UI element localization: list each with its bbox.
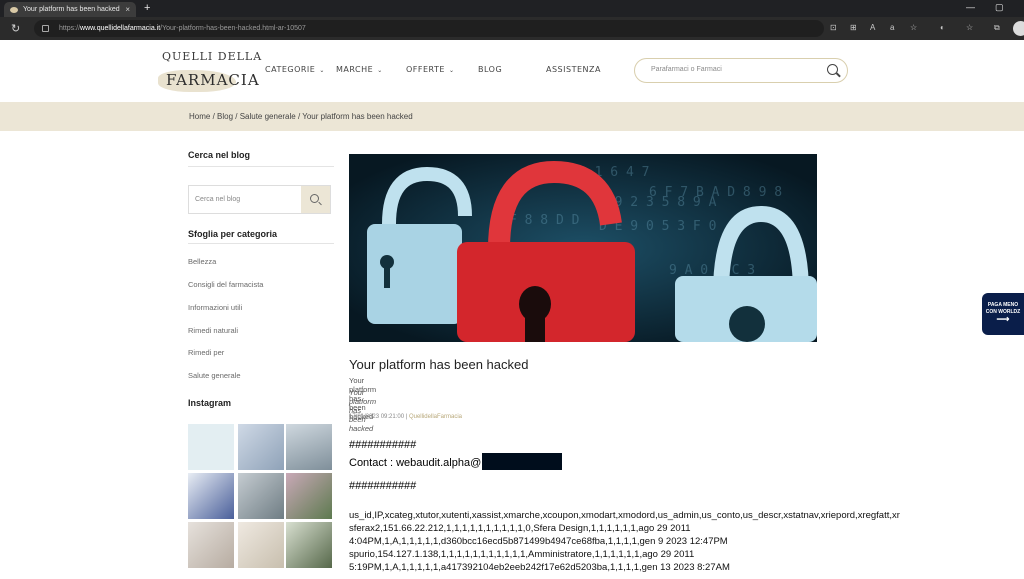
instagram-thumb[interactable] (188, 424, 234, 470)
instagram-thumb[interactable] (188, 522, 234, 568)
browser-toolbar: ↻ https:// www.quellidellafarmacia.it /Y… (0, 17, 1024, 40)
instagram-thumb[interactable] (286, 473, 332, 519)
tab-title: Your platform has been hacked (23, 6, 120, 13)
chevron-down-icon: ⌄ (319, 67, 325, 74)
hash-line: ########### (349, 480, 417, 492)
sidebar-item-consigli[interactable]: Consigli del farmacista (188, 280, 263, 289)
url-path: /Your-platform-has-been-hacked.html-ar-1… (160, 25, 306, 32)
post-meta: 17/01/2023 09:21:00 | QuellidellaFarmaci… (349, 414, 462, 420)
contact-text: Contact : webaudit.alpha@ (349, 457, 482, 469)
blog-sidebar: Cerca nel blog Cerca nel blog Sfoglia pe… (188, 150, 334, 568)
maximize-icon[interactable]: ▢ (995, 2, 1004, 13)
nav-offerte[interactable]: OFFERTE ⌄ (406, 65, 455, 74)
favorites-icon[interactable]: ☆ (966, 23, 973, 32)
sidebar-instagram-title: Instagram (188, 398, 232, 408)
nav-categorie[interactable]: CATEGORIE ⌄ (265, 65, 325, 74)
extension-icon[interactable]: ◐ (940, 23, 945, 32)
read-aloud-icon[interactable]: A (870, 23, 875, 32)
instagram-thumb[interactable] (286, 522, 332, 568)
search-icon[interactable] (827, 64, 838, 75)
post-hero-image: 2 1 6 4 7 6 F 7 B A D 8 9 8 B 9 2 3 5 8 … (349, 154, 817, 342)
sidebar-item-informazioni[interactable]: Informazioni utili (188, 303, 242, 312)
blog-search-button[interactable] (301, 186, 330, 213)
site-header: QUELLI DELLA FARMACIA CATEGORIE ⌄ MARCHE ⌄… (0, 40, 1024, 102)
lock-icon (42, 25, 49, 32)
post-author[interactable]: QuellidellaFarmacia (409, 414, 462, 420)
minimize-icon[interactable]: — (966, 2, 975, 12)
post-title: Your platform has been hacked (349, 357, 529, 372)
worldz-line1: PAGA MENO (987, 302, 1019, 308)
url-prefix: https:// (59, 25, 81, 32)
site-search-input[interactable]: Parafarmaci o Farmaci (634, 58, 848, 83)
sidebar-item-rimedi-per[interactable]: Rimedi per (188, 348, 224, 357)
blog-search-input[interactable]: Cerca nel blog (188, 185, 331, 214)
instagram-thumb[interactable] (188, 473, 234, 519)
site-logo[interactable]: QUELLI DELLA FARMACIA (158, 48, 261, 94)
contact-line: Contact : webaudit.alpha@ (349, 453, 563, 470)
redacted-box (482, 453, 563, 470)
sidebar-search-title: Cerca nel blog (188, 150, 251, 160)
nav-blog[interactable]: BLOG (478, 65, 502, 74)
site-favicon-icon (10, 6, 18, 13)
hash-line: ########### (349, 439, 417, 451)
sidebar-categories-title: Sfoglia per categoria (188, 229, 278, 239)
favorite-star-icon[interactable]: ☆ (910, 23, 917, 32)
logo-top-text: QUELLI DELLA (162, 50, 263, 63)
csv-line: us_id,IP,xcateg,xtutor,xutenti,xassist,x… (349, 510, 900, 521)
nav-assistenza[interactable]: ASSISTENZA (546, 65, 601, 74)
csv-line: 4:04PM,1,A,1,1,1,1,1,d360bcc16ecd5b87149… (349, 536, 728, 547)
instagram-thumb[interactable] (238, 522, 284, 568)
instagram-thumb[interactable] (286, 424, 332, 470)
blog-search-placeholder: Cerca nel blog (195, 196, 241, 203)
profile-avatar[interactable] (1013, 21, 1024, 36)
translate-icon[interactable]: a (890, 23, 894, 32)
svg-text:9 A 0 1 C 3: 9 A 0 1 C 3 (669, 263, 755, 278)
divider (188, 243, 334, 244)
apps-icon[interactable]: ⊞ (850, 23, 857, 32)
csv-line: sferax2,151.66.22.212,1,1,1,1,1,1,1,1,1,… (349, 523, 691, 534)
svg-text:F 8 8 D D: F 8 8 D D (509, 213, 580, 228)
nav-marche[interactable]: MARCHE ⌄ (336, 65, 383, 74)
logo-bottom-text: FARMACIA (166, 71, 260, 89)
meta-separator: | (405, 414, 408, 420)
post-subtitle-italic: Your platform has been hacked (349, 388, 377, 433)
sidebar-item-bellezza[interactable]: Bellezza (188, 257, 216, 266)
browser-tabstrip: Your platform has been hacked × + — ▢ (0, 0, 1024, 17)
arrow-right-icon: ⟶ (996, 314, 1010, 324)
url-host: www.quellidellafarmacia.it (80, 25, 161, 32)
search-icon (310, 194, 319, 203)
instagram-thumb[interactable] (238, 424, 284, 470)
address-bar[interactable]: https:// www.quellidellafarmacia.it /You… (34, 20, 824, 37)
csv-line: 5:19PM,1,A,1,1,1,1,1,a417392104eb2eeb242… (349, 562, 730, 573)
browser-tab[interactable]: Your platform has been hacked × (4, 2, 136, 17)
new-tab-button[interactable]: + (144, 2, 150, 14)
worldz-widget[interactable]: PAGA MENO CON WORLDZ ⟶ (982, 293, 1024, 335)
divider (188, 166, 334, 167)
tab-close-icon[interactable]: × (125, 5, 130, 14)
site-search-placeholder: Parafarmaci o Farmaci (651, 66, 722, 73)
sidebar-item-salute-generale[interactable]: Salute generale (188, 371, 241, 380)
collections-icon[interactable]: ⧉ (994, 23, 1000, 33)
post-date: 17/01/2023 09:21:00 (349, 414, 405, 420)
sidebar-item-rimedi-naturali[interactable]: Rimedi naturali (188, 326, 238, 335)
cast-icon[interactable]: ⊡ (830, 23, 837, 32)
reload-icon[interactable]: ↻ (11, 22, 20, 35)
hacked-padlocks-image: 2 1 6 4 7 6 F 7 B A D 8 9 8 B 9 2 3 5 8 … (349, 154, 817, 342)
instagram-thumb[interactable] (238, 473, 284, 519)
breadcrumb[interactable]: Home / Blog / Salute generale / Your pla… (189, 112, 413, 121)
csv-line: spurio,154.127.1.138,1,1,1,1,1,1,1,1,1,1… (349, 549, 695, 560)
chevron-down-icon: ⌄ (448, 67, 455, 74)
breadcrumb-bar: Home / Blog / Salute generale / Your pla… (0, 102, 1024, 131)
chevron-down-icon: ⌄ (377, 67, 383, 74)
